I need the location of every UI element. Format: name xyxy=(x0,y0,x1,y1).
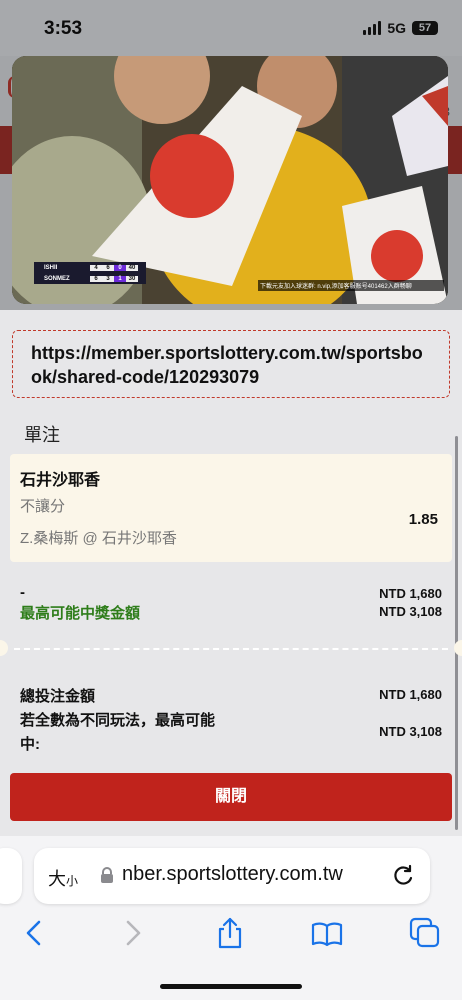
share-link[interactable]: https://member.sportslottery.com.tw/spor… xyxy=(12,330,450,398)
bet-market: 不讓分 xyxy=(20,498,66,515)
status-bar: 3:53 5G 57 xyxy=(0,0,462,56)
max-win-label: 最高可能中獎金額 xyxy=(20,605,141,622)
game-score: 30 xyxy=(126,275,138,282)
reload-icon[interactable] xyxy=(390,862,416,888)
status-time: 3:53 xyxy=(44,18,83,39)
total-stake-label: 總投注金額 xyxy=(20,688,96,705)
scoreboard-row: SONMEZ 6 3 1 30 xyxy=(34,273,146,284)
forward-icon[interactable] xyxy=(116,916,150,950)
modal-scrollbar[interactable] xyxy=(455,436,458,830)
previous-tab-preview[interactable] xyxy=(0,848,22,904)
scoreboard-row: ISHII 4 6 0 40 xyxy=(34,262,146,273)
player-name: SONMEZ xyxy=(44,275,70,282)
stake-label: - xyxy=(20,584,25,601)
set-score: 6 xyxy=(90,275,102,282)
set-score: 3 xyxy=(102,275,114,282)
battery-icon: 57 xyxy=(412,21,438,35)
tabs-icon[interactable] xyxy=(408,916,442,950)
network-type: 5G xyxy=(387,20,406,36)
total-stake-amount: NTD 1,680 xyxy=(379,687,442,702)
bookmarks-icon[interactable] xyxy=(310,916,344,950)
text-size-label: 大 xyxy=(48,869,66,889)
bet-selection: 石井沙耶香 xyxy=(20,472,101,489)
back-icon[interactable] xyxy=(17,916,51,950)
lock-icon xyxy=(101,867,113,883)
bet-match: Z.桑梅斯 @ 石井沙耶香 xyxy=(20,530,177,547)
section-title: 單注 xyxy=(24,425,60,445)
address-bar[interactable]: 大小 nber.sportslottery.com.tw xyxy=(34,848,430,904)
alt-max-win-amount: NTD 3,108 xyxy=(379,724,442,739)
text-size-small: 小 xyxy=(66,874,79,888)
player-name: ISHII xyxy=(44,264,58,271)
close-button[interactable]: 關閉 xyxy=(10,773,452,821)
divider xyxy=(14,648,448,650)
home-indicator xyxy=(160,984,302,989)
signal-icon xyxy=(363,21,382,35)
max-win-amount: NTD 3,108 xyxy=(379,604,442,619)
set-score: 4 xyxy=(90,264,102,271)
status-indicators: 5G 57 xyxy=(363,20,438,36)
set-score: 0 xyxy=(114,264,126,271)
stake-amount: NTD 1,680 xyxy=(379,586,442,601)
scoreboard: ISHII 4 6 0 40 SONMEZ 6 3 1 30 xyxy=(34,262,146,284)
share-icon[interactable] xyxy=(213,916,247,950)
alt-max-win-label: 若全數為不同玩法，最高可能中: xyxy=(20,712,216,753)
set-score: 1 xyxy=(114,275,126,282)
bet-card: 石井沙耶香 不讓分 Z.桑梅斯 @ 石井沙耶香 1.85 xyxy=(10,454,452,562)
game-score: 40 xyxy=(126,264,138,271)
url-text: nber.sportslottery.com.tw xyxy=(122,863,343,885)
video-ticker: 下載元友加入球迷群: n.vip,添加客服账号401462入群畅聊 xyxy=(258,280,444,291)
set-score: 6 xyxy=(102,264,114,271)
bet-odds: 1.85 xyxy=(408,511,438,528)
text-size-button[interactable]: 大小 xyxy=(48,865,78,891)
